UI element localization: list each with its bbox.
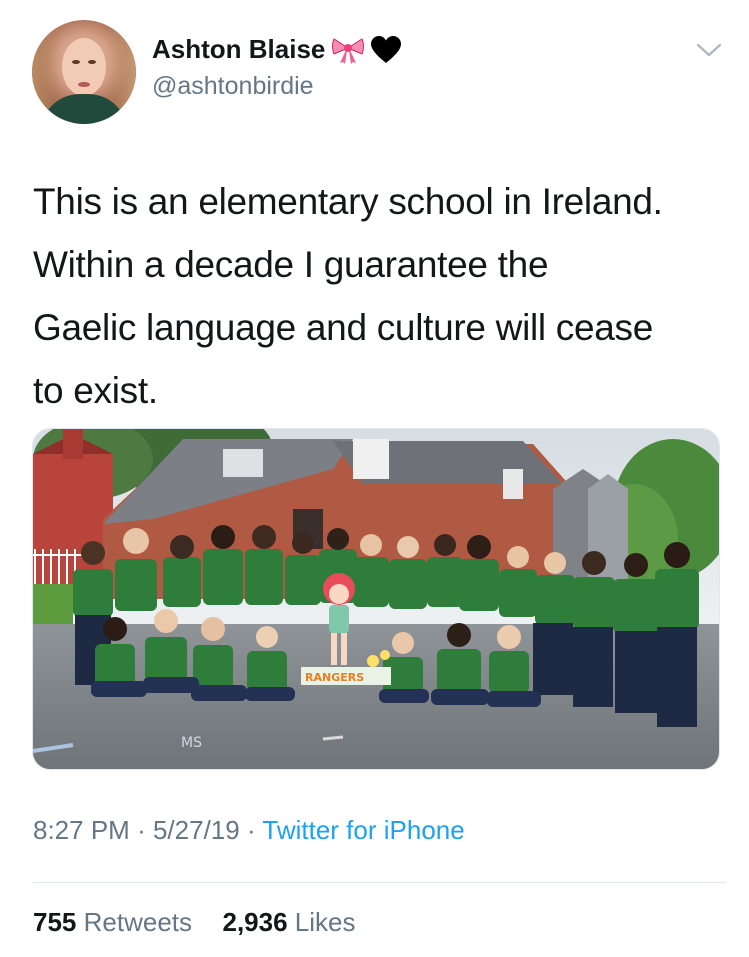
tweet-date[interactable]: 5/27/19 xyxy=(153,815,240,845)
meta-separator: · xyxy=(246,815,256,845)
likes-count: 2,936 xyxy=(222,907,288,937)
avatar-eye xyxy=(88,60,96,64)
user-handle[interactable]: @ashtonbirdie xyxy=(152,72,314,101)
likes-label: Likes xyxy=(294,907,356,937)
display-name[interactable]: Ashton Blaise xyxy=(152,34,402,65)
school-photo-illustration: MS RANGERS xyxy=(33,429,719,769)
tweet-photo[interactable]: MS RANGERS xyxy=(32,428,720,770)
tweet-stats: 755 Retweets 2,936 Likes xyxy=(33,907,356,938)
rangers-sign-text: RANGERS xyxy=(305,671,364,684)
avatar-face xyxy=(62,38,106,96)
tweet-meta: 8:27 PM · 5/27/19 · Twitter for iPhone xyxy=(33,815,465,846)
tweet-text-line: to exist. xyxy=(33,370,158,411)
retweets-label: Retweets xyxy=(83,907,193,937)
tweet-card: Ashton Blaise @ashtonbirdie This is an e… xyxy=(0,0,749,957)
tweet-time[interactable]: 8:27 PM xyxy=(33,815,130,845)
tweet-text-line: Within a decade I guarantee the xyxy=(33,244,549,285)
meta-separator: · xyxy=(137,815,146,845)
tweet-text-line: Gaelic language and culture will cease xyxy=(33,307,654,348)
likes-stat[interactable]: 2,936 Likes xyxy=(215,907,355,937)
retweets-count: 755 xyxy=(33,907,77,937)
avatar-eye xyxy=(72,60,80,64)
avatar-lips xyxy=(78,82,90,87)
chevron-down-icon[interactable] xyxy=(696,42,722,58)
display-name-text[interactable]: Ashton Blaise xyxy=(152,34,325,65)
tweet-source-link[interactable]: Twitter for iPhone xyxy=(262,815,464,845)
tweet-text-line: This is an elementary school in Ireland. xyxy=(33,181,663,222)
divider xyxy=(33,882,726,883)
chalk-text: MS xyxy=(181,735,202,751)
tweet-text: This is an elementary school in Ireland.… xyxy=(33,170,733,422)
black-heart-icon xyxy=(371,35,402,64)
retweets-stat[interactable]: 755 Retweets xyxy=(33,907,199,937)
ribbon-bow-icon xyxy=(331,36,365,64)
avatar[interactable] xyxy=(32,20,136,124)
